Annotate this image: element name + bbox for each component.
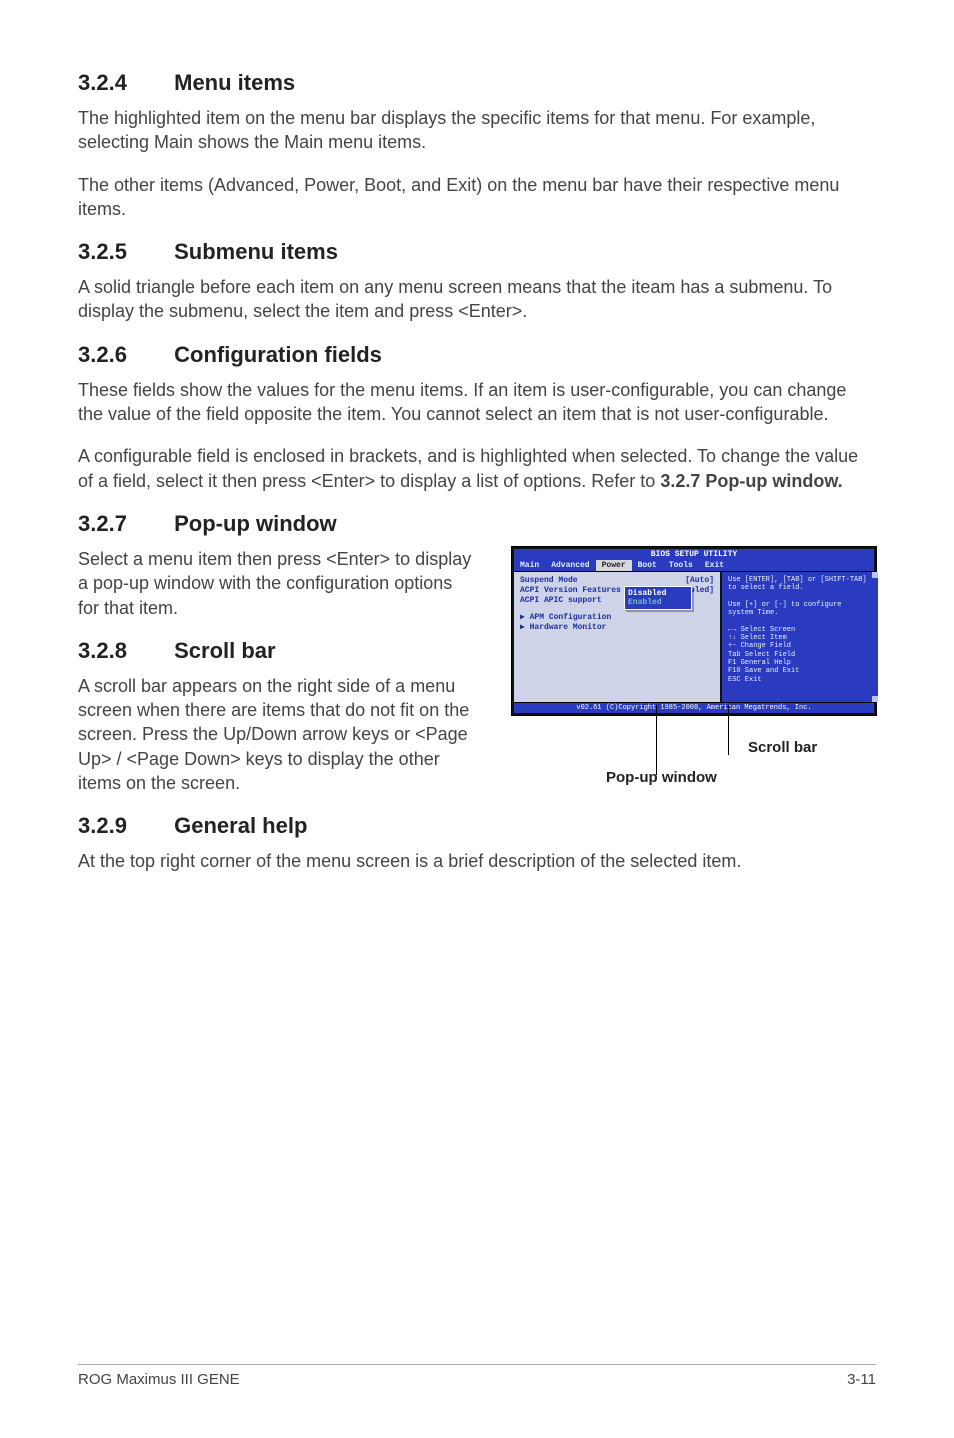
bios-key-row: F1 General Help <box>728 659 868 667</box>
paragraph: The other items (Advanced, Power, Boot, … <box>78 173 876 222</box>
bios-menu-item: Main <box>514 560 545 571</box>
heading-num: 3.2.5 <box>78 239 168 265</box>
document-page: 3.2.4 Menu items The highlighted item on… <box>0 0 954 1438</box>
heading-num: 3.2.8 <box>78 638 168 664</box>
heading-num: 3.2.6 <box>78 342 168 368</box>
callout-line <box>728 705 729 755</box>
page-footer: ROG Maximus III GENE 3-11 <box>78 1364 876 1388</box>
bios-key-row: ESC Exit <box>728 676 868 684</box>
reference-bold: 3.2.7 Pop-up window. <box>660 471 842 491</box>
bios-figure: BIOS SETUP UTILITY Main Advanced Power B… <box>496 547 876 807</box>
scrollbar-down-icon <box>872 696 878 702</box>
bios-menubar: Main Advanced Power Boot Tools Exit <box>514 560 874 571</box>
scrollbar-up-icon <box>872 572 878 578</box>
heading-num: 3.2.7 <box>78 511 168 537</box>
bios-help-text: Use [+] or [-] to configure system Time. <box>728 601 868 618</box>
bios-row-label: Suspend Mode <box>520 576 578 585</box>
paragraph: At the top right corner of the menu scre… <box>78 849 876 873</box>
bios-key-row: +- Change Field <box>728 642 868 650</box>
bios-submenu-label: Hardware Monitor <box>530 623 607 632</box>
bios-right-pane: Use [ENTER], [TAB] or [SHIFT-TAB] to sel… <box>720 572 874 702</box>
footer-right: 3-11 <box>847 1371 876 1388</box>
heading-325: 3.2.5 Submenu items <box>78 239 876 265</box>
paragraph: A scroll bar appears on the right side o… <box>78 674 478 795</box>
bios-title: BIOS SETUP UTILITY <box>514 549 874 560</box>
footer-left: ROG Maximus III GENE <box>78 1371 240 1388</box>
heading-title: Menu items <box>174 70 295 95</box>
bios-row-label: ACPI APIC support <box>520 596 602 605</box>
bios-key-legend: ←→ Select Screen ↑↓ Select Item +- Chang… <box>728 626 868 685</box>
bios-body: Suspend Mode [Auto] ACPI Version Feature… <box>514 571 874 702</box>
bios-scrollbar <box>872 572 878 702</box>
bios-popup-window: Disabled Enabled <box>624 586 692 610</box>
bios-key-row: F10 Save and Exit <box>728 667 868 675</box>
heading-326: 3.2.6 Configuration fields <box>78 342 876 368</box>
heading-title: Submenu items <box>174 239 338 264</box>
paragraph: Select a menu item then press <Enter> to… <box>78 547 478 620</box>
bios-row-label: ACPI Version Features <box>520 586 621 595</box>
bios-menu-item: Exit <box>699 560 730 571</box>
paragraph: The highlighted item on the menu bar dis… <box>78 106 876 155</box>
bios-key-row: ↑↓ Select Item <box>728 634 868 642</box>
heading-num: 3.2.4 <box>78 70 168 96</box>
bios-popup-option: Disabled <box>628 589 688 598</box>
callout-line <box>656 705 657 775</box>
callout-scrollbar-label: Scroll bar <box>748 739 817 756</box>
paragraph: A configurable field is enclosed in brac… <box>78 444 876 493</box>
callout-popup-label: Pop-up window <box>606 769 717 786</box>
bios-menu-item-selected: Power <box>596 560 632 571</box>
heading-328: 3.2.8 Scroll bar <box>78 638 478 664</box>
bios-row: Suspend Mode [Auto] <box>520 576 714 585</box>
bios-submenu-item: ▶ APM Configuration <box>520 612 714 622</box>
bios-menu-item: Advanced <box>545 560 595 571</box>
heading-title: General help <box>174 813 307 838</box>
bios-footer: v02.61 (C)Copyright 1985-2008, American … <box>514 702 874 713</box>
heading-329: 3.2.9 General help <box>78 813 876 839</box>
heading-num: 3.2.9 <box>78 813 168 839</box>
heading-title: Configuration fields <box>174 342 382 367</box>
heading-title: Scroll bar <box>174 638 275 663</box>
paragraph: These fields show the values for the men… <box>78 378 876 427</box>
bios-screenshot: BIOS SETUP UTILITY Main Advanced Power B… <box>512 547 876 715</box>
bios-menu-item: Boot <box>632 560 663 571</box>
bios-submenu-label: APM Configuration <box>530 613 612 622</box>
heading-title: Pop-up window <box>174 511 337 536</box>
heading-327: 3.2.7 Pop-up window <box>78 511 876 537</box>
bios-row-value: [Auto] <box>685 576 714 585</box>
bios-help-text: Use [ENTER], [TAB] or [SHIFT-TAB] to sel… <box>728 576 868 593</box>
paragraph: A solid triangle before each item on any… <box>78 275 876 324</box>
bios-key-row: Tab Select Field <box>728 651 868 659</box>
heading-324: 3.2.4 Menu items <box>78 70 876 96</box>
bios-left-pane: Suspend Mode [Auto] ACPI Version Feature… <box>514 572 720 702</box>
bios-menu-item: Tools <box>663 560 699 571</box>
bios-popup-option: Enabled <box>628 598 688 607</box>
bios-submenu-item: ▶ Hardware Monitor <box>520 622 714 632</box>
bios-key-row: ←→ Select Screen <box>728 626 868 634</box>
